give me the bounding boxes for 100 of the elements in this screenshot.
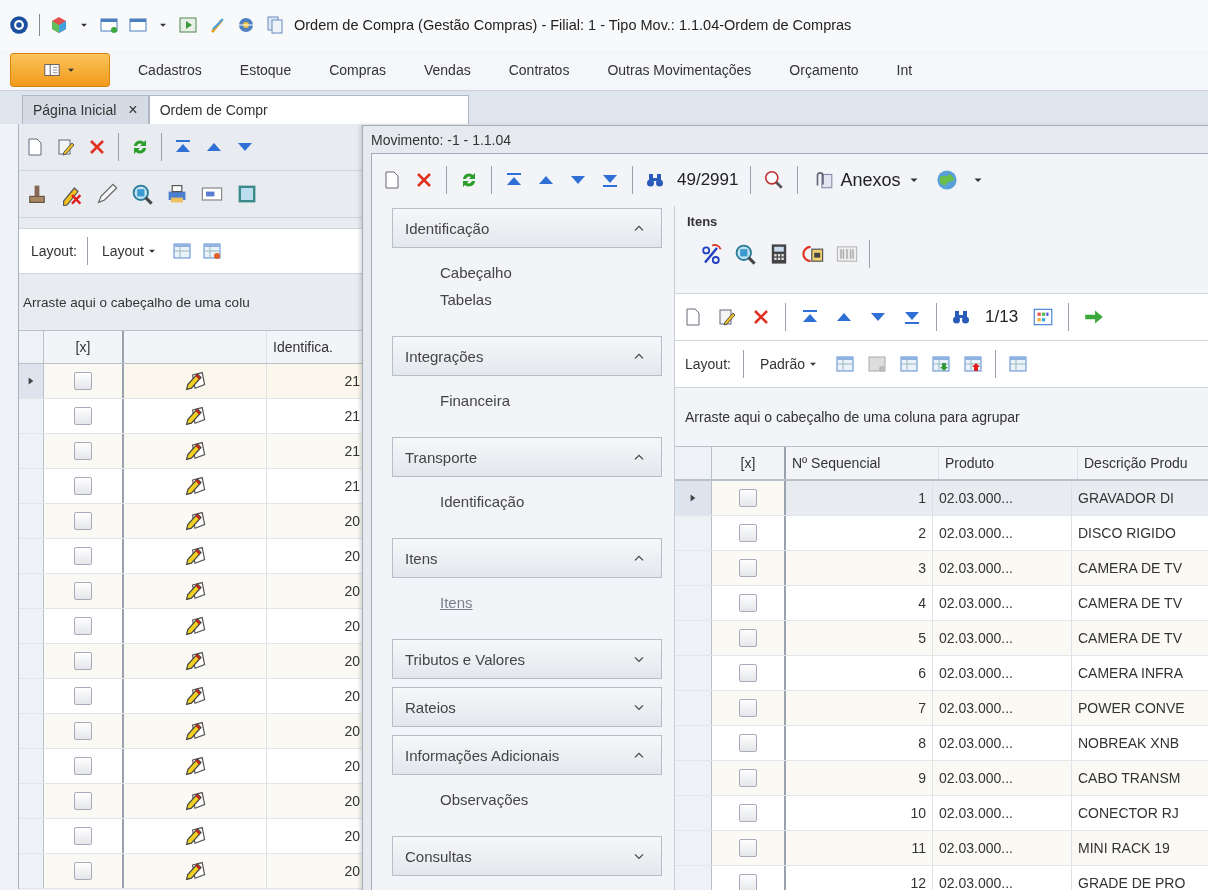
section-header[interactable]: Consultas	[392, 836, 662, 876]
sheet-icon[interactable]	[202, 241, 222, 261]
nav-link[interactable]: Cabeçalho	[440, 264, 512, 281]
document-tab[interactable]: Página Inicial ×	[22, 95, 149, 124]
sheet-icon[interactable]	[835, 354, 856, 374]
section-header[interactable]: Itens	[392, 538, 662, 578]
row-selector[interactable]	[675, 726, 712, 760]
notepad-pencil-icon[interactable]	[183, 439, 207, 463]
nav-link[interactable]: Identificação	[440, 493, 525, 510]
checkbox[interactable]	[74, 547, 92, 565]
percent-icon[interactable]	[699, 242, 723, 266]
row-selector[interactable]	[675, 831, 712, 865]
row-selector[interactable]	[19, 819, 44, 853]
checkbox[interactable]	[74, 722, 92, 740]
notepad-pencil-icon[interactable]	[183, 859, 207, 883]
column-header[interactable]: Nº Sequencial	[786, 447, 939, 479]
checkbox[interactable]	[739, 489, 757, 507]
notepad-pencil-icon[interactable]	[183, 824, 207, 848]
play-icon[interactable]	[178, 15, 198, 35]
window-icon[interactable]	[128, 15, 148, 35]
checkbox[interactable]	[74, 757, 92, 775]
menu-item[interactable]: Estoque	[239, 62, 292, 78]
notepad-pencil-icon[interactable]	[183, 369, 207, 393]
column-header[interactable]: Produto	[939, 447, 1078, 479]
row-selector[interactable]	[19, 679, 44, 713]
search-icon[interactable]	[733, 242, 757, 266]
checkbox[interactable]	[74, 512, 92, 530]
notepad-pencil-icon[interactable]	[183, 684, 207, 708]
sheet-import-icon[interactable]	[931, 354, 952, 374]
edit-document-icon[interactable]	[56, 137, 76, 157]
notepad-pencil-icon[interactable]	[183, 719, 207, 743]
menu-item[interactable]: Orçamento	[789, 62, 859, 78]
close-tab-button[interactable]: ×	[128, 101, 138, 119]
row-selector[interactable]	[19, 644, 44, 678]
new-document-icon[interactable]	[683, 307, 703, 327]
row-selector[interactable]	[675, 796, 712, 830]
menu-item[interactable]: Int	[896, 62, 913, 78]
row-selector[interactable]	[675, 691, 712, 725]
row-selector[interactable]	[19, 749, 44, 783]
notepad-pencil-icon[interactable]	[183, 509, 207, 533]
checkbox[interactable]	[74, 687, 92, 705]
checkbox[interactable]	[74, 617, 92, 635]
notepad-pencil-icon[interactable]	[183, 474, 207, 498]
document-tab[interactable]: Ordem de Compr	[148, 95, 469, 124]
notepad-pencil-icon[interactable]	[183, 754, 207, 778]
nav-link[interactable]: Itens	[440, 594, 473, 611]
sheet-icon[interactable]	[1008, 354, 1029, 374]
row-selector[interactable]	[675, 551, 712, 585]
row-selector[interactable]	[19, 714, 44, 748]
logo-icon[interactable]	[8, 14, 30, 36]
row-selector[interactable]	[675, 516, 712, 550]
checkbox[interactable]	[739, 559, 757, 577]
menu-item[interactable]: Compras	[329, 62, 386, 78]
checkbox[interactable]	[739, 839, 757, 857]
column-header[interactable]: [x]	[712, 447, 786, 479]
notepad-pencil-icon[interactable]	[183, 579, 207, 603]
layout-dropdown[interactable]: Layout	[97, 241, 162, 261]
sheet-icon[interactable]	[172, 241, 192, 261]
new-document-icon[interactable]	[382, 170, 402, 190]
layout-dropdown[interactable]: Padrão	[755, 354, 824, 374]
row-selector[interactable]	[675, 586, 712, 620]
notepad-pencil-icon[interactable]	[183, 544, 207, 568]
checkbox[interactable]	[739, 629, 757, 647]
menu-item[interactable]: Cadastros	[138, 62, 202, 78]
nav-link[interactable]: Observações	[440, 791, 529, 808]
grid-icon[interactable]	[1032, 306, 1055, 328]
row-selector[interactable]	[675, 761, 712, 795]
checkbox[interactable]	[74, 477, 92, 495]
notepad-pencil-icon[interactable]	[183, 404, 207, 428]
notepad-pencil-icon[interactable]	[183, 789, 207, 813]
checkbox[interactable]	[739, 769, 757, 787]
row-selector[interactable]	[19, 434, 44, 468]
notepad-pencil-icon[interactable]	[183, 614, 207, 638]
column-header[interactable]: Identifica.	[267, 331, 362, 363]
checkbox[interactable]	[74, 792, 92, 810]
checkbox[interactable]	[74, 862, 92, 880]
row-selector[interactable]	[19, 574, 44, 608]
checkbox[interactable]	[739, 699, 757, 717]
nav-link[interactable]: Financeira	[440, 392, 511, 409]
section-header[interactable]: Tributos e Valores	[392, 639, 662, 679]
search-icon[interactable]	[130, 182, 154, 206]
row-selector[interactable]	[19, 784, 44, 818]
globe-icon[interactable]	[934, 168, 959, 192]
row-selector[interactable]	[19, 539, 44, 573]
row-selector[interactable]	[675, 656, 712, 690]
checkbox[interactable]	[739, 734, 757, 752]
checkbox[interactable]	[74, 372, 92, 390]
section-header[interactable]: Integrações	[392, 336, 662, 376]
checkbox[interactable]	[739, 524, 757, 542]
row-selector[interactable]	[19, 609, 44, 643]
menu-item[interactable]: Contratos	[508, 62, 570, 78]
checkbox[interactable]	[74, 827, 92, 845]
sheet-icon[interactable]	[867, 354, 888, 374]
checkbox[interactable]	[74, 652, 92, 670]
checkbox[interactable]	[739, 804, 757, 822]
disc-icon[interactable]	[236, 15, 256, 35]
menu-item[interactable]: Outras Movimentações	[607, 62, 752, 78]
edit-document-icon[interactable]	[717, 307, 737, 327]
checkbox[interactable]	[739, 594, 757, 612]
section-header[interactable]: Rateios	[392, 687, 662, 727]
